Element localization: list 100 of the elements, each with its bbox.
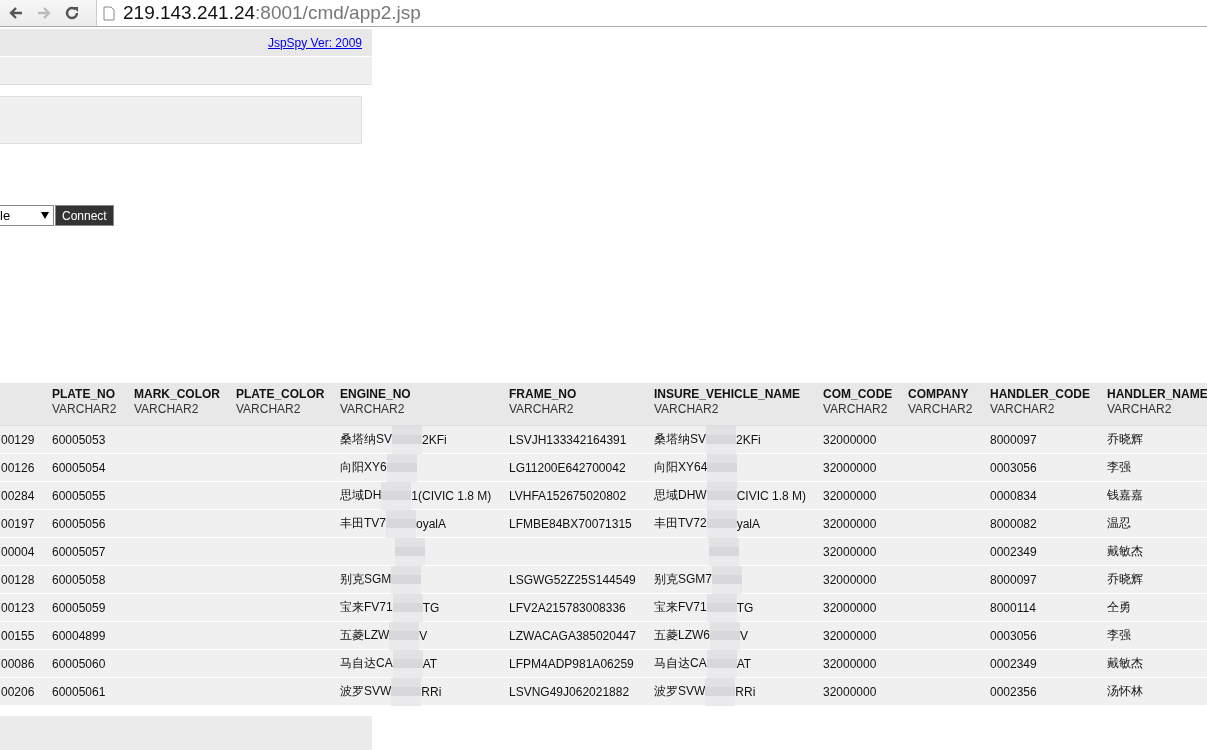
- redaction-mosaic: [706, 593, 737, 622]
- dropdown-arrow-icon: [41, 212, 49, 219]
- table-cell: 0003056: [990, 628, 1037, 643]
- column-type: VARCHAR2: [52, 402, 118, 416]
- redaction-mosaic: [712, 565, 742, 594]
- column-name: ENGINE_NO: [340, 387, 412, 401]
- table-cell: LVHFA152675020802: [509, 488, 627, 503]
- table-cell: LG11200E642700042: [509, 460, 626, 475]
- connect-button[interactable]: Connect: [55, 205, 114, 226]
- table-cell: 马自达CA: [654, 655, 707, 672]
- table-cell: AT: [736, 656, 752, 671]
- table-cell: 60005060: [52, 656, 106, 671]
- table-cell: LFMBE84BX70071315: [509, 516, 632, 531]
- table-cell: 32000000: [823, 628, 877, 643]
- table-cell: 乔晓辉: [1107, 572, 1143, 586]
- column-name: PLATE_COLOR: [236, 387, 326, 401]
- redaction-mosaic: [705, 677, 736, 706]
- column-type: VARCHAR2: [340, 402, 406, 416]
- reload-icon[interactable]: [64, 5, 80, 21]
- table-cell: 桑塔纳SV: [654, 431, 706, 448]
- table-cell: LSGWG52Z25S144549: [509, 572, 636, 587]
- table-cell: 00123: [1, 600, 35, 615]
- table-cell: RRi: [735, 684, 756, 699]
- table-cell: 五菱LZW: [340, 627, 390, 644]
- table-cell: 宝来FV71: [340, 599, 393, 616]
- version-link[interactable]: JspSpy Ver: 2009: [267, 35, 362, 50]
- column-name: COM_CODE: [823, 387, 894, 401]
- redaction-mosaic: [392, 593, 423, 622]
- table-cell: 李强: [1107, 628, 1131, 642]
- table-cell: 32000000: [823, 600, 877, 615]
- table-cell: 丰田TV7: [340, 515, 386, 532]
- table-cell: 60005053: [52, 432, 106, 447]
- table-cell: 0002349: [990, 544, 1037, 559]
- table-cell: 波罗SVW: [340, 683, 392, 700]
- table-cell: 00197: [1, 516, 35, 531]
- redaction-mosaic: [392, 425, 422, 454]
- column-type: VARCHAR2: [823, 402, 889, 416]
- redaction-mosaic: [386, 509, 416, 538]
- column-type: VARCHAR2: [509, 402, 575, 416]
- table-cell: AT: [422, 656, 438, 671]
- table-cell: 戴敏杰: [1107, 544, 1143, 558]
- redaction-mosaic: [706, 649, 737, 678]
- table-cell: 思域DH: [340, 487, 382, 504]
- table-cell: 马自达CA: [340, 655, 393, 672]
- table-cell: 五菱LZW6: [654, 627, 710, 644]
- table-cell: 钱嘉嘉: [1107, 488, 1143, 502]
- table-cell: LSVJH133342164391: [509, 432, 627, 447]
- redaction-mosaic: [706, 509, 737, 538]
- table-cell: V: [740, 628, 749, 643]
- table-cell: 汤怀林: [1107, 684, 1143, 698]
- redaction-mosaic: [706, 481, 737, 510]
- redaction-mosaic: [392, 649, 423, 678]
- table-cell: LFPM4ADP981A06259: [509, 656, 634, 671]
- table-cell: 别克SGM: [340, 571, 392, 588]
- table-cell: 戴敏杰: [1107, 656, 1143, 670]
- redaction-mosaic: [389, 621, 420, 650]
- table-cell: 32000000: [823, 656, 877, 671]
- table-cell: 32000000: [823, 572, 877, 587]
- table-cell: 向阳XY64: [654, 459, 708, 476]
- table-cell: 32000000: [823, 544, 877, 559]
- table-cell: 波罗SVW: [654, 683, 706, 700]
- address-bar[interactable]: 219.143.241.24:8001/cmd/app2.jsp: [96, 0, 1207, 26]
- column-name: FRAME_NO: [509, 387, 578, 401]
- table-cell: TG: [736, 600, 754, 615]
- redaction-mosaic: [391, 677, 422, 706]
- table-cell: CIVIC 1.8 M): [736, 488, 807, 503]
- table-cell: oyalA: [416, 516, 447, 531]
- table-cell: 宝来FV71: [654, 599, 707, 616]
- column-type: VARCHAR2: [1107, 402, 1173, 416]
- redaction-mosaic: [381, 481, 412, 510]
- table-cell: 60005061: [52, 684, 106, 699]
- table-cell: 60005059: [52, 600, 106, 615]
- redaction-mosaic: [391, 565, 422, 594]
- back-icon[interactable]: [8, 5, 24, 21]
- table-cell: 桑塔纳SV: [340, 431, 392, 448]
- table-cell: 00155: [1, 628, 35, 643]
- table-cell: 1(CIVIC 1.8 M): [411, 488, 492, 503]
- table-cell: 温忍: [1107, 516, 1131, 530]
- table-cell: yalA: [736, 516, 761, 531]
- column-name: HANDLER_NAME: [1107, 387, 1207, 401]
- table-cell: 8000114: [990, 600, 1036, 615]
- table-cell: 00206: [1, 684, 35, 699]
- table-cell: 00128: [1, 572, 35, 587]
- column-type: VARCHAR2: [908, 402, 974, 416]
- table-cell: 32000000: [823, 432, 877, 447]
- table-cell: 32000000: [823, 516, 877, 531]
- table-cell: 60004899: [52, 628, 106, 643]
- redaction-mosaic: [386, 453, 417, 482]
- table-cell: 仝勇: [1107, 600, 1131, 614]
- table-cell: 00086: [1, 656, 35, 671]
- database-select[interactable]: le: [0, 205, 54, 226]
- table-cell: 00284: [1, 488, 35, 503]
- column-type: VARCHAR2: [134, 402, 200, 416]
- table-cell: 0000834: [990, 488, 1037, 503]
- redaction-mosaic: [710, 621, 740, 650]
- column-name: HANDLER_CODE: [990, 387, 1091, 401]
- table-cell: 丰田TV72: [654, 515, 707, 532]
- column-name: INSURE_VEHICLE_NAME: [654, 387, 802, 401]
- column-type: VARCHAR2: [236, 402, 302, 416]
- table-cell: 向阳XY6: [340, 459, 387, 476]
